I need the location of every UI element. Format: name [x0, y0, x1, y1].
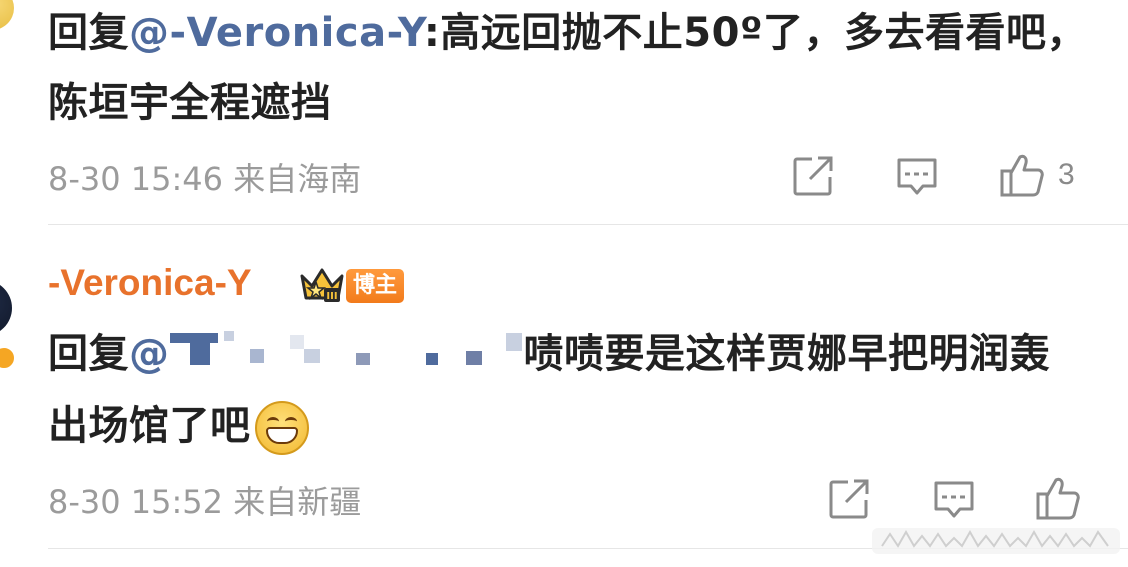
reply-prefix: 回复: [48, 10, 129, 56]
comment-location: 来自海南: [233, 160, 362, 198]
comment-icon: [932, 479, 976, 521]
comment-location: 来自新疆: [233, 483, 362, 521]
author-badge: 博主: [346, 269, 404, 303]
thumbs-up-icon: [998, 151, 1046, 199]
avatar[interactable]: [0, 280, 12, 336]
divider: [48, 224, 1128, 225]
grin-emoji-icon: [254, 401, 309, 455]
share-button[interactable]: [828, 478, 870, 520]
comment-meta: 8-30 15:52 来自新疆: [48, 477, 361, 523]
comment-date: 8-30 15:52: [48, 483, 224, 521]
reply-prefix: 回复: [48, 331, 129, 377]
comment-icon: [895, 156, 939, 198]
mention-link[interactable]: @: [129, 331, 170, 377]
avatar[interactable]: [0, 0, 14, 30]
svg-text:III: III: [326, 291, 337, 302]
share-button[interactable]: [792, 155, 834, 197]
like-button[interactable]: [1034, 474, 1094, 522]
share-icon: [792, 155, 834, 197]
share-icon: [828, 478, 870, 520]
comment-button[interactable]: [932, 479, 976, 521]
watermark: [872, 524, 1120, 558]
username[interactable]: -Veronica-Y: [48, 262, 252, 304]
comment-date: 8-30 15:46: [48, 160, 224, 198]
like-button[interactable]: 3: [998, 151, 1075, 199]
verified-badge-icon: [0, 346, 16, 370]
comment-text: 回复@ 啧啧要是这样贾娜早把明润轰出场馆了吧: [48, 319, 1088, 461]
mention-link[interactable]: @-Veronica-Y: [129, 10, 424, 56]
crown-icon: III: [298, 266, 346, 308]
comment-meta: 8-30 15:46 来自海南: [48, 154, 361, 200]
comment-button[interactable]: [895, 156, 939, 198]
thumbs-up-icon: [1034, 474, 1082, 522]
censored-username: [169, 321, 524, 391]
comment-text: 回复@-Veronica-Y:高远回抛不止50º了，多去看看吧，陈垣宇全程遮挡: [48, 0, 1088, 138]
like-count: 3: [1058, 158, 1075, 191]
